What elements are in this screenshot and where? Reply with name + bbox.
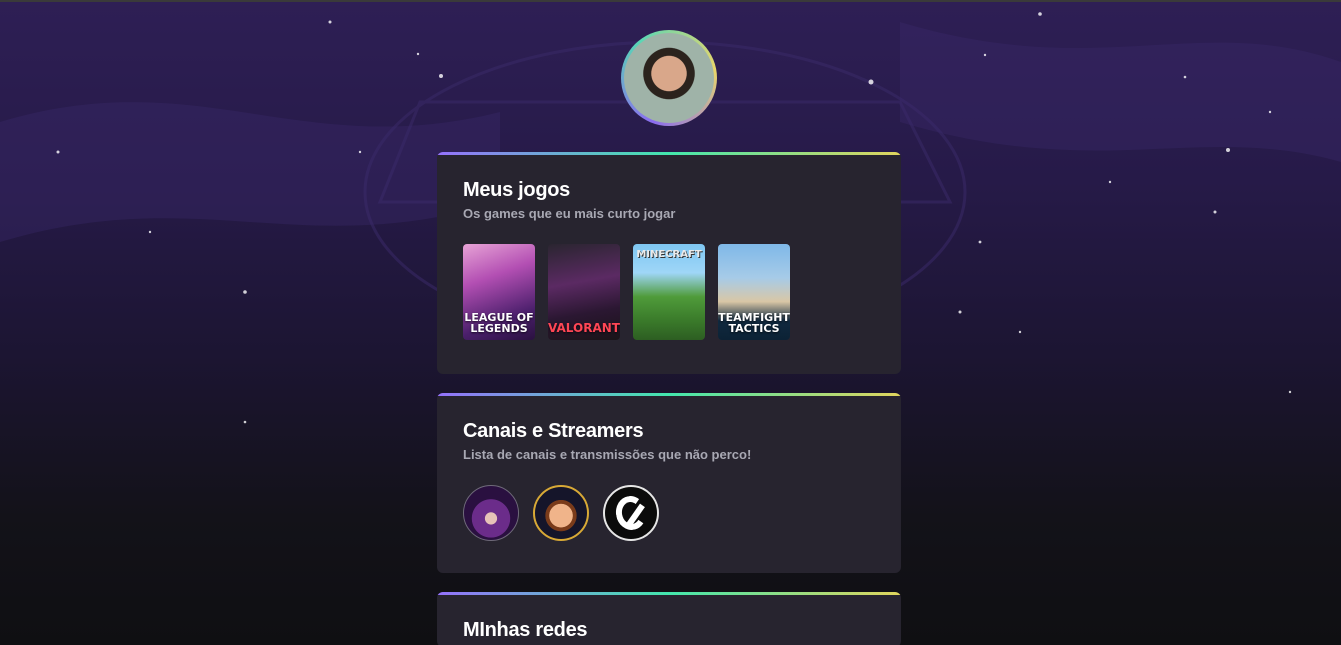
- streamer-avatar-1[interactable]: [463, 485, 519, 541]
- streamers-card-title: Canais e Streamers: [463, 420, 644, 442]
- game-league-of-legends[interactable]: LEAGUE OF LEGENDS: [463, 244, 535, 340]
- games-card-title: Meus jogos: [463, 179, 571, 201]
- game-label: TEAMFIGHT TACTICS: [718, 311, 790, 335]
- games-card-subtitle: Os games que eu mais curto jogar: [463, 206, 676, 221]
- game-valorant[interactable]: VALORANT: [548, 244, 620, 340]
- game-minecraft[interactable]: MINECRAFT: [633, 244, 705, 340]
- streamer-avatar-3[interactable]: [603, 485, 659, 541]
- streamers-card: Canais e Streamers Lista de canais e tra…: [437, 393, 901, 573]
- games-list: LEAGUE OF LEGENDS VALORANT MINECRAFT TEA…: [463, 244, 875, 340]
- game-label: LEAGUE OF LEGENDS: [464, 311, 534, 335]
- game-teamfight-tactics[interactable]: TEAMFIGHT TACTICS: [718, 244, 790, 340]
- streamers-card-subtitle: Lista de canais e transmissões que não p…: [463, 447, 752, 462]
- profile-avatar: [624, 33, 714, 123]
- streamers-list: [463, 485, 875, 541]
- profile-avatar-ring: [621, 30, 717, 126]
- game-label: MINECRAFT: [636, 249, 702, 260]
- games-card: Meus jogos Os games que eu mais curto jo…: [437, 152, 901, 374]
- networks-card: MInhas redes: [437, 592, 901, 645]
- streamer-avatar-2[interactable]: [533, 485, 589, 541]
- game-label: VALORANT: [548, 321, 620, 335]
- networks-card-title: MInhas redes: [463, 619, 588, 641]
